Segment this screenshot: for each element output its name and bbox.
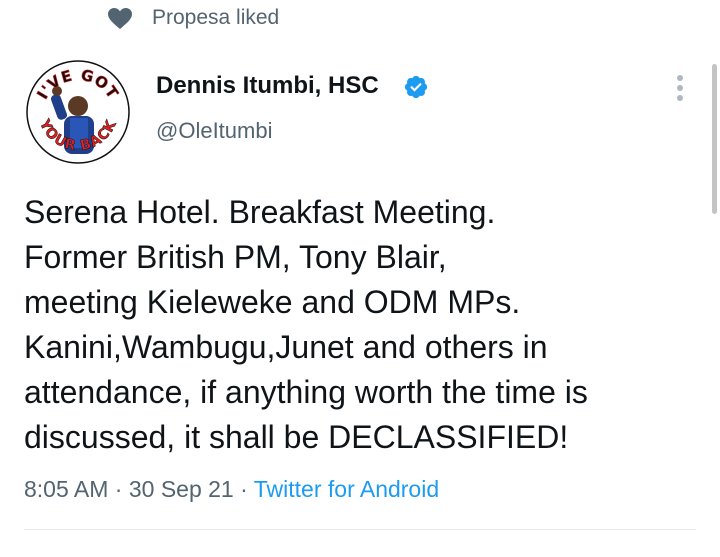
author-name[interactable]: Dennis Itumbi, HSC <box>156 72 379 100</box>
author-handle[interactable]: @OleItumbi <box>156 118 272 144</box>
divider <box>24 529 696 530</box>
scrollbar[interactable] <box>712 64 717 214</box>
meta-separator: · <box>240 476 248 502</box>
tweet-text: Serena Hotel. Breakfast Meeting. Former … <box>24 190 704 460</box>
verified-badge-icon <box>404 75 428 99</box>
avatar-image: I'VE GOT YOUR BACK <box>24 58 132 166</box>
tweet-line: attendance, if anything worth the time i… <box>24 374 588 410</box>
avatar[interactable]: I'VE GOT YOUR BACK <box>24 58 132 166</box>
meta-separator: · <box>114 476 123 502</box>
tweet-line: Kanini,Wambugu,Junet and others in <box>24 329 548 365</box>
tweet-line: meeting Kieleweke and ODM MPs. <box>24 284 521 320</box>
more-options-icon[interactable] <box>662 70 698 106</box>
tweet-source-link[interactable]: Twitter for Android <box>254 476 439 502</box>
social-context-text[interactable]: Propesa liked <box>152 6 279 30</box>
tweet-date[interactable]: 30 Sep 21 <box>129 476 234 502</box>
tweet-time[interactable]: 8:05 AM <box>24 476 108 502</box>
tweet-line: Serena Hotel. Breakfast Meeting. <box>24 194 496 230</box>
heart-icon <box>108 8 132 29</box>
tweet-meta: 8:05 AM · 30 Sep 21 · Twitter for Androi… <box>24 476 439 503</box>
tweet-line: Former British PM, Tony Blair, <box>24 239 447 275</box>
tweet-line: discussed, it shall be DECLASSIFIED! <box>24 419 569 455</box>
